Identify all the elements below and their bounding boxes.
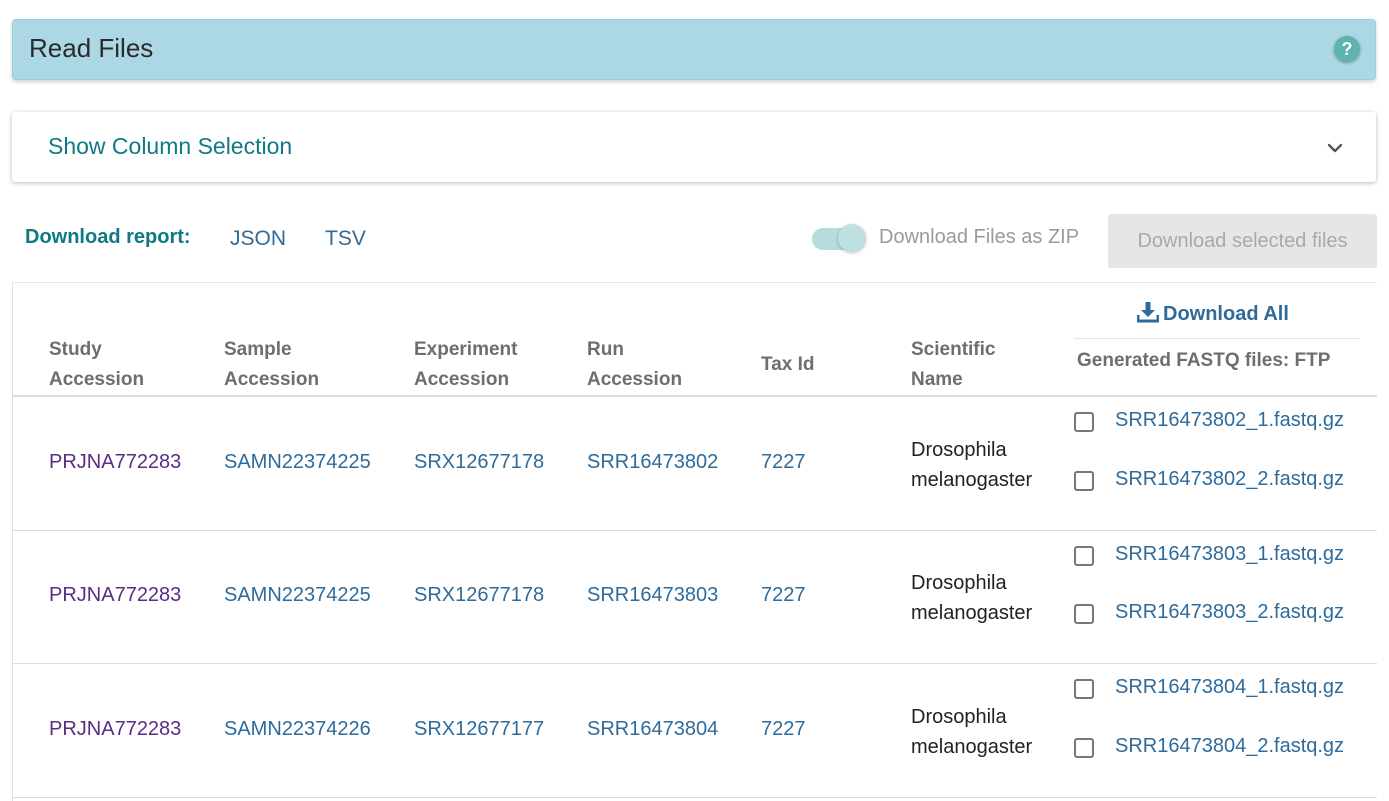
file-checkbox[interactable] xyxy=(1074,679,1094,699)
file-checkbox[interactable] xyxy=(1074,546,1094,566)
study-accession-link[interactable]: PRJNA772283 xyxy=(49,451,181,474)
column-header-sample[interactable]: Sample Accession xyxy=(224,335,319,395)
table-row: PRJNA772283 SAMN22374225 SRX12677178 SRR… xyxy=(12,530,1377,664)
study-accession-link[interactable]: PRJNA772283 xyxy=(49,584,181,607)
download-selected-button[interactable]: Download selected files xyxy=(1108,214,1377,268)
page-title: Read Files xyxy=(29,33,154,63)
column-header-study[interactable]: Study Accession xyxy=(49,335,144,395)
toggle-knob xyxy=(838,224,866,252)
tax-id-link[interactable]: 7227 xyxy=(761,584,806,607)
study-accession-link[interactable]: PRJNA772283 xyxy=(49,718,181,741)
fastq-file-link[interactable]: SRR16473802_1.fastq.gz xyxy=(1115,409,1344,432)
run-accession-link[interactable]: SRR16473802 xyxy=(587,451,718,474)
run-accession-link[interactable]: SRR16473803 xyxy=(587,584,718,607)
row-divider xyxy=(12,797,1377,798)
read-files-header: Read Files ? xyxy=(12,19,1376,80)
chevron-down-icon xyxy=(1327,143,1343,153)
column-header-tax[interactable]: Tax Id xyxy=(761,350,815,380)
run-accession-link[interactable]: SRR16473804 xyxy=(587,718,718,741)
help-icon[interactable]: ? xyxy=(1334,36,1360,62)
tax-id-link[interactable]: 7227 xyxy=(761,451,806,474)
column-header-run[interactable]: Run Accession xyxy=(587,335,682,395)
scientific-name: Drosophila melanogaster xyxy=(911,572,1033,624)
download-json-link[interactable]: JSON xyxy=(230,227,286,251)
ftp-header-divider xyxy=(1074,338,1360,339)
download-report-label: Download report: xyxy=(25,226,191,248)
file-checkbox[interactable] xyxy=(1074,471,1094,491)
download-all-link[interactable]: Download All xyxy=(1136,301,1289,326)
experiment-accession-link[interactable]: SRX12677178 xyxy=(414,584,544,607)
scientific-name: Drosophila melanogaster xyxy=(911,706,1033,758)
column-selection-toggle[interactable]: Show Column Selection xyxy=(12,112,1376,182)
experiment-accession-link[interactable]: SRX12677177 xyxy=(414,718,544,741)
download-tsv-link[interactable]: TSV xyxy=(325,227,366,251)
download-zip-toggle[interactable] xyxy=(812,224,866,252)
download-all-label: Download All xyxy=(1163,303,1289,325)
scientific-name: Drosophila melanogaster xyxy=(911,439,1033,491)
file-checkbox[interactable] xyxy=(1074,604,1094,624)
table-row: PRJNA772283 SAMN22374225 SRX12677178 SRR… xyxy=(12,397,1377,531)
download-zip-label: Download Files as ZIP xyxy=(879,226,1080,248)
table-top-border xyxy=(12,282,1377,283)
sample-accession-link[interactable]: SAMN22374226 xyxy=(224,718,371,741)
fastq-file-link[interactable]: SRR16473803_2.fastq.gz xyxy=(1115,601,1344,624)
file-checkbox[interactable] xyxy=(1074,412,1094,432)
column-selection-label: Show Column Selection xyxy=(48,133,293,159)
download-icon xyxy=(1136,302,1160,323)
column-header-scientific-name[interactable]: Scientific Name xyxy=(911,335,995,395)
table-row: PRJNA772283 SAMN22374226 SRX12677177 SRR… xyxy=(12,664,1377,798)
sample-accession-link[interactable]: SAMN22374225 xyxy=(224,584,371,607)
column-header-experiment[interactable]: Experiment Accession xyxy=(414,335,517,395)
experiment-accession-link[interactable]: SRX12677178 xyxy=(414,451,544,474)
fastq-file-link[interactable]: SRR16473802_2.fastq.gz xyxy=(1115,468,1344,491)
file-checkbox[interactable] xyxy=(1074,738,1094,758)
column-header-ftp: Generated FASTQ files: FTP xyxy=(1077,350,1331,371)
fastq-file-link[interactable]: SRR16473804_1.fastq.gz xyxy=(1115,676,1344,699)
tax-id-link[interactable]: 7227 xyxy=(761,718,806,741)
fastq-file-link[interactable]: SRR16473803_1.fastq.gz xyxy=(1115,543,1344,566)
fastq-file-link[interactable]: SRR16473804_2.fastq.gz xyxy=(1115,735,1344,758)
sample-accession-link[interactable]: SAMN22374225 xyxy=(224,451,371,474)
